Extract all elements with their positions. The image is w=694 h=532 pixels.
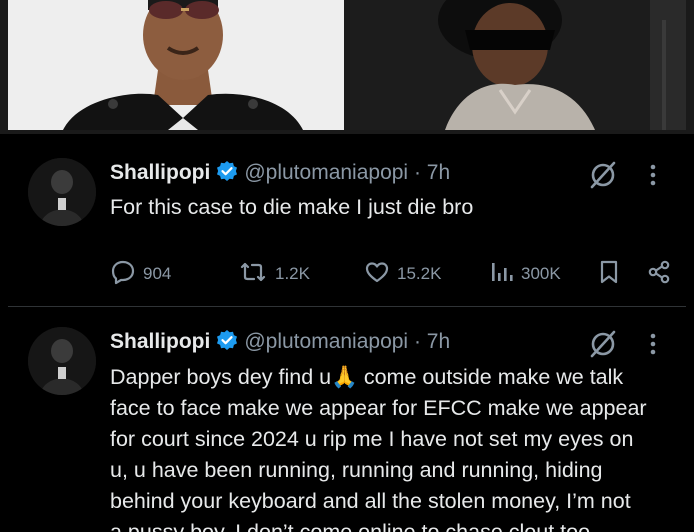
repost-icon bbox=[238, 259, 275, 290]
tweet-text-line: Dapper boys dey find u🙏 come outside mak… bbox=[110, 365, 624, 389]
like-button[interactable]: 15.2K bbox=[364, 258, 441, 290]
like-count: 15.2K bbox=[397, 264, 442, 283]
photo-right[interactable] bbox=[350, 0, 686, 130]
tweet-header: Shallipopi @plutomaniapopi · 7h bbox=[110, 327, 450, 357]
tweet-header: Shallipopi @plutomaniapopi · 7h bbox=[110, 158, 450, 188]
tweet-text-line: face to face make we appear for EFCC mak… bbox=[110, 396, 647, 420]
more-icon[interactable] bbox=[646, 329, 660, 359]
tweet-text: For this case to die make I just die bro bbox=[110, 195, 474, 219]
author-name[interactable]: Shallipopi bbox=[110, 161, 210, 184]
like-icon bbox=[364, 259, 397, 290]
views-count: 300K bbox=[521, 264, 561, 283]
grok-icon[interactable] bbox=[588, 160, 618, 190]
timestamp[interactable]: 7h bbox=[427, 330, 450, 353]
views-icon bbox=[490, 259, 521, 290]
separator-dot: · bbox=[413, 161, 421, 184]
share-icon bbox=[646, 259, 679, 290]
photo-left[interactable] bbox=[8, 0, 344, 130]
avatar[interactable] bbox=[28, 327, 96, 395]
tweet-text-line: u, u have been running, running and runn… bbox=[110, 458, 603, 482]
tweet-text-line: a pussy boy, I don’t come online to chas… bbox=[110, 520, 591, 532]
verified-badge-icon bbox=[216, 160, 238, 191]
timestamp[interactable]: 7h bbox=[427, 161, 450, 184]
avatar[interactable] bbox=[28, 158, 96, 226]
tweet-1[interactable]: Shallipopi @plutomaniapopi · 7h For this … bbox=[8, 136, 686, 304]
reply-count: 904 bbox=[143, 264, 172, 283]
verified-badge-icon bbox=[216, 329, 238, 360]
share-button[interactable] bbox=[646, 258, 679, 290]
reply-button[interactable]: 904 bbox=[110, 258, 171, 290]
author-handle[interactable]: @plutomaniapopi bbox=[244, 161, 408, 184]
reply-icon bbox=[110, 259, 143, 290]
views-button[interactable]: 300K bbox=[490, 258, 561, 290]
tweet-actions: 904 1.2K 15.2K 300K bbox=[110, 258, 680, 290]
author-name[interactable]: Shallipopi bbox=[110, 330, 210, 353]
tweet-text: Dapper boys dey find u🙏 come outside mak… bbox=[110, 362, 680, 532]
separator-dot: · bbox=[413, 330, 421, 353]
author-handle[interactable]: @plutomaniapopi bbox=[244, 330, 408, 353]
repost-count: 1.2K bbox=[275, 264, 310, 283]
tweet-text-line: for court since 2024 u rip me I have not… bbox=[110, 427, 634, 451]
tweet-text-line: behind your keyboard and all the stolen … bbox=[110, 489, 631, 513]
grok-icon[interactable] bbox=[588, 329, 618, 359]
bookmark-button[interactable] bbox=[598, 258, 627, 290]
bookmark-icon bbox=[598, 259, 627, 290]
repost-button[interactable]: 1.2K bbox=[238, 258, 310, 290]
media-strip bbox=[0, 0, 694, 134]
tweet-2[interactable]: Shallipopi @plutomaniapopi · 7h Dapper bo… bbox=[8, 306, 686, 532]
more-icon[interactable] bbox=[646, 160, 660, 190]
